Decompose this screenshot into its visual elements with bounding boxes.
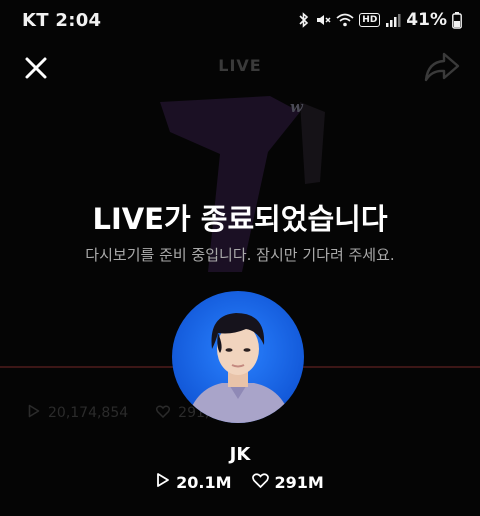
status-time: KT 2:04 (22, 10, 102, 31)
artist-avatar[interactable] (172, 291, 304, 423)
play-icon (156, 472, 170, 492)
share-button[interactable] (422, 50, 462, 84)
share-icon (424, 52, 460, 82)
battery-icon (452, 11, 462, 29)
artist-name: JK (229, 444, 251, 465)
status-bar: KT 2:04 HD 41% (0, 0, 480, 40)
battery-percent: 41% (406, 10, 447, 30)
heart-icon (251, 472, 269, 492)
wifi-icon (336, 12, 354, 28)
header-title: LIVE (218, 56, 262, 75)
live-ended-subtitle: 다시보기를 준비 중입니다. 잠시만 기다려 주세요. (85, 246, 395, 264)
signal-icon (385, 12, 401, 28)
background-view-count: 20,174,854 (48, 405, 129, 421)
background-logo: w (290, 98, 303, 116)
status-icons: HD 41% (298, 10, 462, 30)
live-ended-title: LIVE가 종료되었습니다 (92, 202, 388, 236)
bluetooth-icon (298, 12, 310, 28)
hd-call-icon: HD (359, 13, 381, 27)
artist-like-count: 291M (274, 472, 324, 492)
hd-badge: HD (359, 13, 381, 27)
play-icon (28, 404, 40, 422)
heart-icon (156, 404, 171, 422)
artist-play-count: 20.1M (176, 472, 232, 492)
artist-stats: 20.1M 291M (0, 472, 480, 492)
mute-icon (315, 12, 331, 28)
